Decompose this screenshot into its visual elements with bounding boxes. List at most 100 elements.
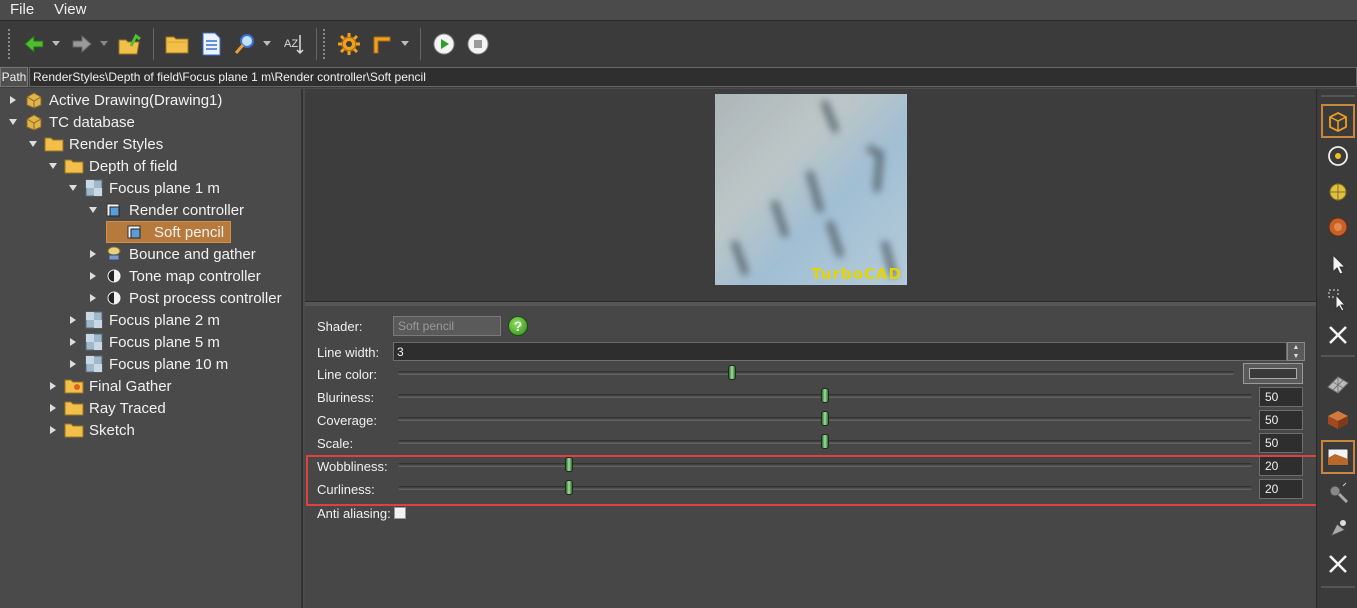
line-width-input[interactable]: 3 xyxy=(393,342,1287,361)
sort-button[interactable]: AZ xyxy=(278,29,308,59)
help-button[interactable]: ? xyxy=(508,316,528,336)
render-preview-image: TurboCAD xyxy=(715,94,907,285)
toolbar-grip[interactable] xyxy=(323,28,326,59)
line-color-button[interactable] xyxy=(1243,363,1303,384)
slider-value-input[interactable]: 20 xyxy=(1259,479,1303,499)
tree-item[interactable]: Post process controller xyxy=(86,287,282,309)
document-button[interactable] xyxy=(196,29,226,59)
menu-file[interactable]: File xyxy=(0,0,44,20)
slider-thumb[interactable] xyxy=(821,411,829,426)
expand-closed-icon[interactable] xyxy=(6,93,20,107)
line-color-label: Line color: xyxy=(317,366,377,382)
line-color-swatch xyxy=(1249,368,1297,379)
camera-orbit-icon xyxy=(1328,146,1348,166)
expand-closed-icon[interactable] xyxy=(66,335,80,349)
tree-item[interactable]: Focus plane 1 m xyxy=(66,177,220,199)
settings-button[interactable] xyxy=(334,29,364,59)
expand-open-icon[interactable] xyxy=(6,115,20,129)
tree-item[interactable]: Render Styles xyxy=(26,133,163,155)
find-button[interactable] xyxy=(230,29,260,59)
slider-thumb[interactable] xyxy=(564,457,573,472)
tree-item[interactable]: Depth of field xyxy=(46,155,177,177)
tree-item[interactable]: Final Gather xyxy=(46,375,172,397)
tree-item[interactable]: Focus plane 5 m xyxy=(66,331,220,353)
line-color-slider-thumb[interactable] xyxy=(728,365,737,380)
corner-button[interactable] xyxy=(368,29,398,59)
landscape-button[interactable] xyxy=(1321,440,1355,474)
tree-item[interactable]: Focus plane 10 m xyxy=(66,353,228,375)
corner-dropdown[interactable] xyxy=(400,29,410,59)
tree-item[interactable]: Focus plane 2 m xyxy=(66,309,220,331)
toolbar-grip[interactable] xyxy=(8,28,11,59)
menu-view[interactable]: View xyxy=(44,0,96,20)
render-button[interactable] xyxy=(1321,512,1355,546)
pointer-button[interactable] xyxy=(1321,247,1355,281)
close-button[interactable] xyxy=(1321,318,1355,352)
library-tree: Active Drawing(Drawing1) TC database Rende… xyxy=(0,89,303,608)
line-width-label: Line width: xyxy=(317,344,380,360)
tree-item-label: Soft pencil xyxy=(150,222,229,242)
play-button[interactable] xyxy=(429,29,459,59)
anti-aliasing-checkbox[interactable] xyxy=(393,507,406,519)
tree-item[interactable]: Ray Traced xyxy=(46,397,166,419)
line-color-slider-track[interactable] xyxy=(398,371,1234,375)
expand-closed-icon[interactable] xyxy=(66,357,80,371)
expand-closed-icon[interactable] xyxy=(46,379,60,393)
toolbar-separator xyxy=(420,27,421,60)
expand-open-icon[interactable] xyxy=(46,159,60,173)
slider-thumb[interactable] xyxy=(821,434,829,449)
expand-open-icon[interactable] xyxy=(86,203,100,217)
find-dropdown[interactable] xyxy=(262,29,272,59)
back-dropdown[interactable] xyxy=(51,29,61,59)
open-folder-button[interactable] xyxy=(162,29,192,59)
tree-item[interactable]: TC database xyxy=(6,111,135,133)
tree-item[interactable]: Sketch xyxy=(46,419,135,441)
slider-thumb[interactable] xyxy=(564,480,573,495)
expand-closed-icon[interactable] xyxy=(86,269,100,283)
tree-item[interactable]: Bounce and gather xyxy=(86,243,256,265)
close-button[interactable] xyxy=(1321,547,1355,581)
line-width-spinner[interactable]: ▲ ▼ xyxy=(1287,342,1305,361)
path-field[interactable]: RenderStyles\Depth of field\Focus plane … xyxy=(29,67,1357,87)
select-pointer-button[interactable] xyxy=(1321,282,1355,316)
spin-up-icon[interactable]: ▲ xyxy=(1288,343,1304,352)
sphere-button[interactable] xyxy=(1321,175,1355,209)
tree-item[interactable]: Tone map controller xyxy=(86,265,261,287)
render-icon xyxy=(104,201,124,219)
forward-dropdown[interactable] xyxy=(99,29,109,59)
grid-button[interactable] xyxy=(1321,366,1355,400)
light-button[interactable] xyxy=(1321,476,1355,510)
expand-closed-icon[interactable] xyxy=(46,401,60,415)
expand-open-icon[interactable] xyxy=(26,137,40,151)
chevron-down-icon xyxy=(52,40,60,46)
expand-closed-icon[interactable] xyxy=(46,423,60,437)
expand-closed-icon[interactable] xyxy=(66,313,80,327)
expand-closed-icon[interactable] xyxy=(86,291,100,305)
slider-value-input[interactable]: 50 xyxy=(1259,387,1303,407)
tree-item[interactable]: Active Drawing(Drawing1) xyxy=(6,89,222,111)
stop-button[interactable] xyxy=(463,29,493,59)
slider-value-input[interactable]: 50 xyxy=(1259,433,1303,453)
brick-button[interactable] xyxy=(1321,402,1355,436)
tree-item-selected[interactable]: Soft pencil xyxy=(106,221,232,243)
forward-button[interactable] xyxy=(67,29,97,59)
spin-down-icon[interactable]: ▼ xyxy=(1288,352,1304,361)
folder-up-button[interactable] xyxy=(115,29,145,59)
back-button[interactable] xyxy=(19,29,49,59)
slider-value-input[interactable]: 20 xyxy=(1259,456,1303,476)
expand-closed-icon[interactable] xyxy=(86,247,100,261)
slider-track[interactable] xyxy=(398,463,1252,467)
cube-icon xyxy=(1329,111,1347,133)
anti-aliasing-label: Anti aliasing: xyxy=(317,505,391,521)
half-icon xyxy=(104,289,124,307)
slider-value-input[interactable]: 50 xyxy=(1259,410,1303,430)
slider-track[interactable] xyxy=(398,486,1252,490)
camera-orbit-button[interactable] xyxy=(1321,139,1355,173)
toolbar-separator xyxy=(153,27,154,60)
expand-open-icon[interactable] xyxy=(66,181,80,195)
cube-button[interactable] xyxy=(1321,104,1355,138)
shader-label: Shader: xyxy=(317,318,363,334)
tree-item[interactable]: Render controller xyxy=(86,199,244,221)
slider-thumb[interactable] xyxy=(821,388,829,403)
material-button[interactable] xyxy=(1321,210,1355,244)
